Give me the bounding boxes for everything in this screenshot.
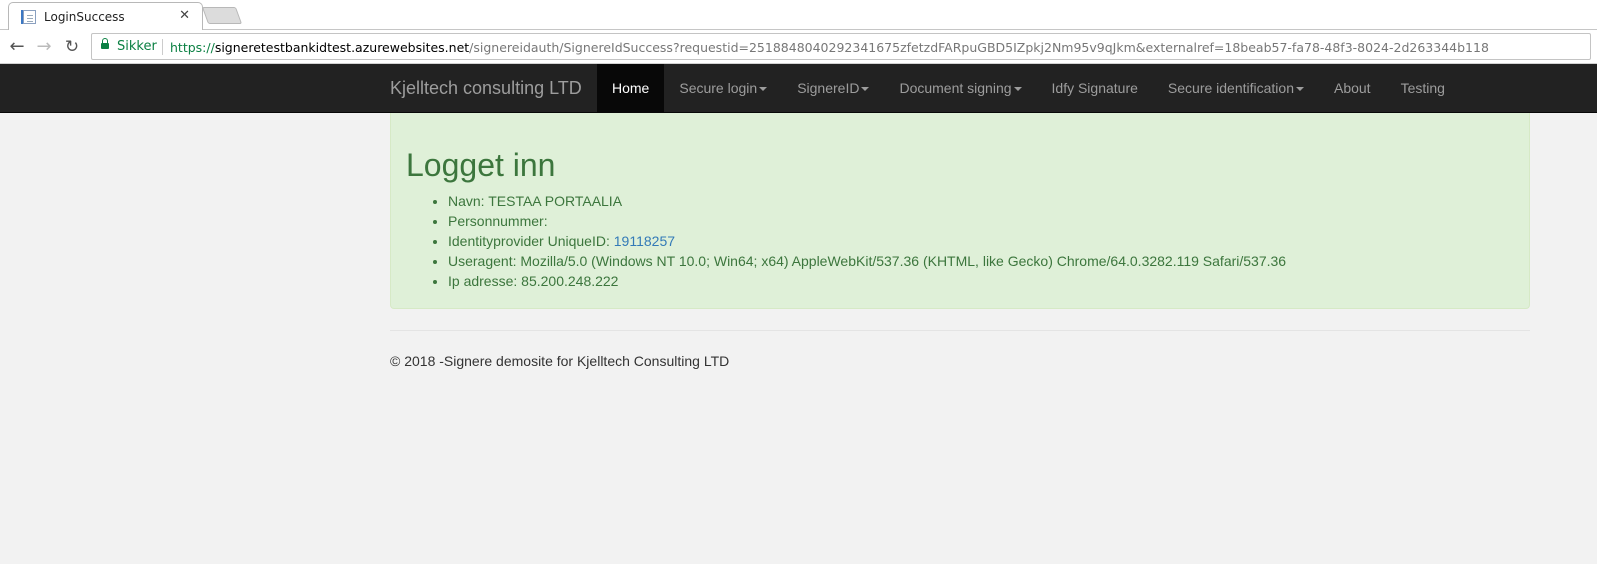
page-favicon-icon [21,10,36,24]
list-item-uid: Identityprovider UniqueID: 19118257 [448,231,1286,251]
useragent-value: Mozilla/5.0 (Windows NT 10.0; Win64; x64… [520,253,1287,269]
nav-item-label: About [1333,80,1371,96]
nav-item-about[interactable]: About [1319,64,1386,113]
list-item-ip: Ip adresse: 85.200.248.222 [448,271,1286,291]
list-item-name: Navn: TESTAA PORTAALIA [448,191,1286,211]
nav-item-signereid[interactable]: SignereID [782,64,884,113]
footer-text: © 2018 -Signere demosite for Kjelltech C… [390,353,730,369]
caret-down-icon [759,87,768,92]
lock-icon [101,38,109,49]
reload-icon[interactable]: ↻ [61,36,83,58]
name-label: Navn: [448,193,489,209]
omnibox-divider [162,39,163,55]
uid-label: Identityprovider UniqueID: [448,233,614,249]
nav-item-idfy-signature[interactable]: Idfy Signature [1037,64,1153,113]
nav-item-label: Home [612,80,650,96]
url-host: signeretestbankidtest.azurewebsites.net [214,40,470,55]
personnummer-label: Personnummer: [448,213,548,229]
caret-down-icon [1295,87,1304,92]
new-tab-button[interactable] [201,7,243,24]
nav-item-label: Secure identification [1167,80,1294,96]
browser-toolbar: ← → ↻ Sikker https://signeretestbankidte… [0,30,1597,64]
nav-item-label: Testing [1400,80,1445,96]
secure-label: Sikker [117,39,157,54]
uid-link[interactable]: 19118257 [614,233,675,249]
name-value: TESTAA PORTAALIA [488,193,623,209]
url-scheme: https:// [170,40,215,55]
browser-tab[interactable]: LoginSuccess ✕ [8,2,203,30]
url-path: /signereidauth/SignereIdSuccess?requesti… [469,40,1489,55]
site-navbar: Kjelltech consulting LTD Home Secure log… [0,64,1597,113]
nav-menu: Home Secure login SignereID Document sig… [597,64,1460,113]
nav-item-secure-login[interactable]: Secure login [664,64,782,113]
nav-item-testing[interactable]: Testing [1386,64,1460,113]
nav-item-secure-identification[interactable]: Secure identification [1153,64,1319,113]
ip-label: Ip adresse: [448,273,522,289]
list-item-useragent: Useragent: Mozilla/5.0 (Windows NT 10.0;… [448,251,1286,271]
caret-down-icon [861,87,870,92]
brand-link[interactable]: Kjelltech consulting LTD [390,78,582,99]
address-bar[interactable]: Sikker https://signeretestbankidtest.azu… [91,33,1591,60]
page-title: Logget inn [406,147,556,183]
login-success-alert: Logget inn Navn: TESTAA PORTAALIA Person… [390,113,1530,309]
forward-arrow-icon[interactable]: → [33,36,55,58]
nav-item-label: Secure login [679,80,758,96]
close-tab-icon[interactable]: ✕ [179,8,190,23]
nav-item-home[interactable]: Home [597,64,665,113]
ip-value: 85.200.248.222 [521,273,619,289]
nav-item-label: Idfy Signature [1051,80,1138,96]
list-item-personnummer: Personnummer: [448,211,1286,231]
caret-down-icon [1013,87,1022,92]
tab-title: LoginSuccess [44,10,125,24]
back-arrow-icon[interactable]: ← [6,36,28,58]
useragent-label: Useragent: [448,253,521,269]
nav-item-label: Document signing [899,80,1012,96]
footer-divider [390,330,1530,331]
nav-item-document-signing[interactable]: Document signing [884,64,1036,113]
browser-tabstrip: LoginSuccess ✕ [0,0,1597,30]
url-text[interactable]: https://signeretestbankidtest.azurewebsi… [170,40,1489,55]
user-info-list: Navn: TESTAA PORTAALIA Personnummer: Ide… [448,191,1286,291]
nav-item-label: SignereID [797,80,860,96]
